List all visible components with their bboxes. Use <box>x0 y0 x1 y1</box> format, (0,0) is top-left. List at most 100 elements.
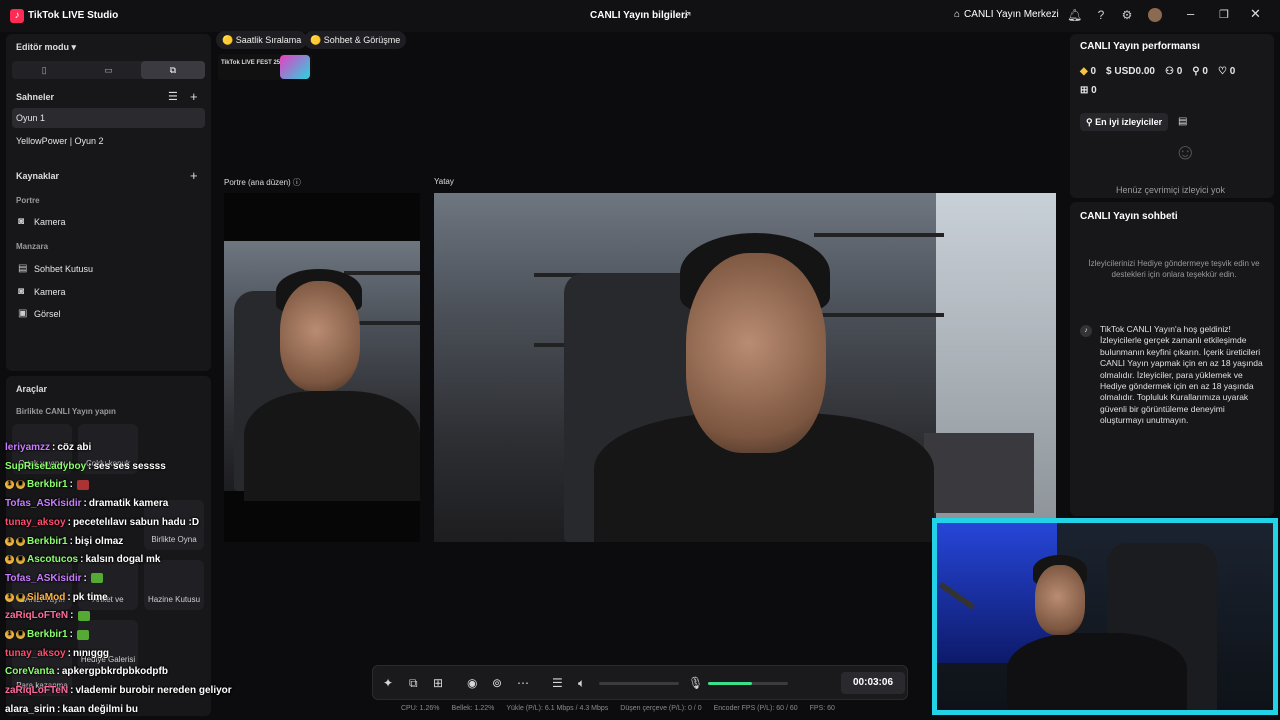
chat-username[interactable]: SupRiseLadyboy <box>5 461 86 472</box>
camera-icon: ◙ <box>18 216 25 227</box>
mic-level-slider[interactable] <box>708 682 788 685</box>
dual-mode-icon[interactable]: ⧉ <box>140 61 205 79</box>
chat-message: leriyamzz : cöz abi <box>5 442 91 453</box>
encoder-fps-stat: Encoder FPS (P/L): 60 / 60 <box>713 705 798 712</box>
camera-icon: ◙ <box>18 286 25 297</box>
empty-viewers-icon: ☺ <box>1174 139 1197 164</box>
screen-capture-icon[interactable]: ⧉ <box>409 676 418 691</box>
live-fest-banner[interactable]: TikTok LIVE FEST 25 <box>218 54 312 80</box>
source-item[interactable]: ◙ Kamera <box>18 216 66 227</box>
chat-text: pk time <box>72 591 108 603</box>
close-icon[interactable]: ✕ <box>1250 6 1261 22</box>
gift-gallery-tool[interactable]: Hediye Galerisi <box>78 620 138 670</box>
chat-username[interactable]: Tofas_ASKisidir <box>5 573 82 584</box>
add-scene-icon[interactable]: + <box>190 89 198 104</box>
title-bar: ♪ TikTok LIVE Studio CANLI Yayın bilgile… <box>0 0 1280 32</box>
editor-mode-dropdown[interactable]: Editör modu ▾ <box>16 42 76 53</box>
chat-separator: : <box>88 460 92 472</box>
chat-username[interactable]: SilaMod <box>27 592 65 603</box>
chat-text: bişi olmaz <box>74 535 124 547</box>
chat-text: kalsın dogal mk <box>85 554 161 566</box>
chat-message: SupRiseLadyboy : ses ses sessss <box>5 461 166 472</box>
performance-stats: ◆ 0 $ USD0.00 ⚇ 0 ⚲ 0 ♡ 0 <box>1080 66 1235 77</box>
list-icon[interactable]: ☰ <box>168 90 178 103</box>
source-item[interactable]: ▤ Sohbet Kutusu <box>18 263 93 274</box>
chat-message: 1 ♛ SilaMod : pk time <box>5 592 108 603</box>
portrait-mode-icon[interactable]: ▯ <box>12 61 76 79</box>
maximize-icon[interactable]: ❐ <box>1219 8 1229 21</box>
share-icon[interactable]: ↗ <box>682 8 692 22</box>
volume-slider[interactable] <box>599 682 679 685</box>
chat-box-icon: ▤ <box>18 263 28 274</box>
top-viewers-tab[interactable]: ⚲ En iyi izleyiciler <box>1080 113 1169 131</box>
source-item[interactable]: ◙ Kamera <box>18 286 66 297</box>
webcam-overlay[interactable] <box>932 518 1278 715</box>
sources-title: Kaynaklar <box>16 171 60 181</box>
avatar[interactable] <box>1148 8 1162 22</box>
viewer-list-icon[interactable]: ▤ <box>1178 116 1187 127</box>
stream-target-icon[interactable]: ⊚ <box>492 676 502 690</box>
chat-username[interactable]: zaRiqLoFTeN <box>5 685 68 696</box>
chat-username[interactable]: Berkbir1 <box>27 629 68 640</box>
stream-info-button[interactable]: CANLI Yayın bilgileri <box>590 10 688 21</box>
speaker-icon[interactable]: 🔈︎ <box>578 676 585 691</box>
gifts-stat: ⊞ 0 <box>1080 85 1097 96</box>
portrait-group-label: Portre <box>16 196 40 205</box>
portrait-preview[interactable] <box>224 193 420 542</box>
scene-item[interactable]: Oyun 1 <box>12 108 205 128</box>
landscape-mode-icon[interactable]: ▭ <box>76 61 140 79</box>
status-bar: CPU: 1.26% Bellek: 1.22% Yükle (P/L): 6.… <box>401 705 835 712</box>
chat-separator: : <box>56 666 60 678</box>
chat-username[interactable]: alara_sirin <box>5 704 55 715</box>
chat-username[interactable]: zaRiqLoFTeN <box>5 610 68 621</box>
record-icon[interactable]: ◉ <box>467 676 477 690</box>
orientation-switch[interactable]: ▯ ▭ ⧉ <box>12 61 205 79</box>
bell-icon[interactable]: 🔔︎ <box>1067 8 1082 22</box>
no-viewers-text: Henüz çevrimiçi izleyici yok <box>1116 185 1226 195</box>
chat-separator: : <box>69 629 73 640</box>
more-icon[interactable]: ⋯ <box>517 676 529 690</box>
microphone-icon[interactable]: 🎙︎ <box>688 676 703 690</box>
crown-badge-icon: ♛ <box>16 480 25 490</box>
chat-username[interactable]: tunay_aksoy <box>5 648 66 659</box>
chat-username[interactable]: Berkbir1 <box>27 479 68 490</box>
chat-username[interactable]: Berkbir1 <box>27 536 68 547</box>
tiktok-logo-icon: ♪ <box>10 9 24 23</box>
crown-badge-icon: ♛ <box>16 536 25 546</box>
performance-title: CANLI Yayın performansı <box>1080 41 1200 52</box>
live-chat-title: CANLI Yayın sohbeti <box>1080 211 1178 222</box>
landscape-preview-label: Yatay <box>434 177 454 186</box>
rank-badge-icon: 1 <box>5 592 14 602</box>
chat-separator: : <box>67 516 71 528</box>
scene-item[interactable]: YellowPower | Oyun 2 <box>12 131 205 151</box>
chat-username[interactable]: Ascotucos <box>27 554 78 565</box>
magic-wand-icon[interactable]: ✦ <box>383 676 393 690</box>
chat-username[interactable]: leriyamzz <box>5 442 50 453</box>
chat-message: tunay_aksoy : nınıggg <box>5 648 109 659</box>
crown-badge-icon: ♛ <box>16 555 25 565</box>
memory-stat: Bellek: 1.22% <box>451 705 495 712</box>
source-item[interactable]: ▣ Görsel <box>18 308 61 319</box>
chat-username[interactable]: Tofas_ASKisidir <box>5 498 82 509</box>
live-center-button[interactable]: ⌂ CANLI Yayın Merkezi <box>954 9 1059 20</box>
portrait-camera-feed <box>224 241 420 501</box>
chat-username[interactable]: CoreVanta <box>5 666 54 677</box>
minimize-icon[interactable]: – <box>1187 6 1194 21</box>
add-source-icon[interactable]: + <box>190 168 198 183</box>
emote-icon <box>90 573 103 584</box>
hourly-ranking-badge[interactable]: 🟡 Saatlik Sıralama <box>216 31 308 49</box>
dollar-icon: $ <box>1106 66 1112 77</box>
gift-icon: ⊞ <box>1080 85 1089 96</box>
chat-username[interactable]: tunay_aksoy <box>5 517 66 528</box>
chat-message: 1 ♛ Berkbir1 : <box>5 629 89 640</box>
landscape-group-label: Manzara <box>16 242 49 251</box>
chat-text: cöz abi <box>57 442 92 453</box>
chat-message: zaRiqLoFTeN : vlademir burobir nereden g… <box>5 685 232 696</box>
help-icon[interactable]: ? <box>1094 8 1108 22</box>
add-media-icon[interactable]: ⊞ <box>433 676 443 690</box>
landscape-preview[interactable] <box>434 193 1056 542</box>
chat-meet-badge[interactable]: 🟡 Sohbet & Görüşme <box>304 31 407 49</box>
audio-settings-icon[interactable]: ☰ <box>552 676 563 690</box>
treasure-box-tool[interactable]: Hazine Kutusu <box>144 560 204 610</box>
gear-icon[interactable]: ⚙ <box>1120 8 1134 22</box>
